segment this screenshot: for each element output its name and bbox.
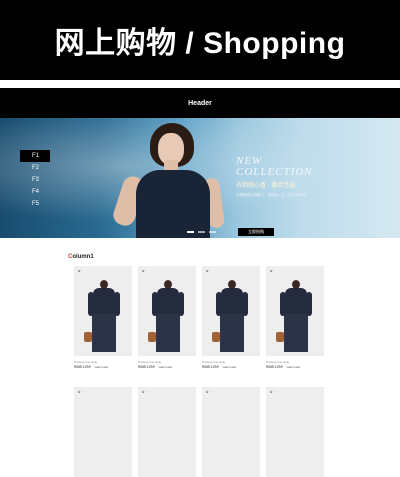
product-card-next-row[interactable]: ✿	[138, 387, 196, 477]
product-bag	[212, 332, 220, 342]
product-name[interactable]: Product one style	[138, 360, 196, 364]
page-title: 网上购物 / Shopping	[54, 27, 346, 60]
product-bag	[84, 332, 92, 342]
product-price: RMB 1299	[74, 365, 91, 369]
section-title: Column1	[68, 254, 94, 260]
product-card-next-row[interactable]: ✿	[266, 387, 324, 477]
product-price: RMB 1299	[138, 365, 155, 369]
floor-nav-f2[interactable]: F2	[20, 162, 50, 174]
shop-now-button[interactable]: 立即抢购	[238, 228, 274, 236]
product-image[interactable]: ✿	[74, 266, 132, 356]
hero-headline-collection: COLLECTION	[236, 166, 313, 178]
product-image[interactable]: ✿	[74, 387, 132, 477]
product-card-next-row[interactable]: ✿	[202, 387, 260, 477]
product-image[interactable]: ✿	[266, 266, 324, 356]
hero-tagline: 衣相随心香 · 撒欢性装	[236, 183, 296, 189]
view-more-link[interactable]: view more	[95, 365, 109, 369]
product-price: RMB 1299	[266, 365, 283, 369]
product-price: RMB 1299	[202, 365, 219, 369]
product-card[interactable]: ✿ Product one style RMB 1299 view more	[138, 266, 196, 369]
product-card[interactable]: ✿ Product one style RMB 1299 view more	[202, 266, 260, 369]
product-dress-top	[157, 288, 179, 316]
model-dress	[136, 170, 210, 238]
product-price-row: RMB 1299 view more	[266, 365, 324, 369]
slider-dot-3[interactable]	[209, 231, 216, 233]
brand-logo-icon: ✿	[206, 269, 209, 273]
brand-logo-icon: ✿	[142, 390, 145, 394]
product-dress-top	[285, 288, 307, 316]
product-dress-top	[93, 288, 115, 316]
product-image[interactable]: ✿	[202, 387, 260, 477]
product-dress-skirt	[220, 314, 244, 352]
product-image[interactable]: ✿	[266, 387, 324, 477]
product-image[interactable]: ✿	[138, 387, 196, 477]
product-card[interactable]: ✿ Product one style RMB 1299 view more	[74, 266, 132, 369]
product-price-row: RMB 1299 view more	[138, 365, 196, 369]
product-name[interactable]: Product one style	[202, 360, 260, 364]
floor-nav-f3[interactable]: F3	[20, 174, 50, 186]
product-bag	[148, 332, 156, 342]
view-more-link[interactable]: view more	[159, 365, 173, 369]
brand-logo-icon: ✿	[270, 390, 273, 394]
hero-description: 全情展现自我魅力，展现独一无二的时尚风格	[236, 193, 306, 197]
product-dress-top	[221, 288, 243, 316]
product-name[interactable]: Product one style	[266, 360, 324, 364]
slider-dots	[187, 231, 216, 233]
product-dress-skirt	[284, 314, 308, 352]
product-price-row: RMB 1299 view more	[202, 365, 260, 369]
brand-logo-icon: ✿	[78, 269, 81, 273]
product-image[interactable]: ✿	[202, 266, 260, 356]
slider-dot-2[interactable]	[198, 231, 205, 233]
view-more-link[interactable]: view more	[287, 365, 301, 369]
product-card[interactable]: ✿ Product one style RMB 1299 view more	[266, 266, 324, 369]
section-title-rest: olumn1	[72, 254, 94, 260]
product-image[interactable]: ✿	[138, 266, 196, 356]
product-dress-skirt	[156, 314, 180, 352]
floor-nav-f4[interactable]: F4	[20, 186, 50, 198]
site-header: Header	[0, 88, 400, 118]
slider-dot-1[interactable]	[187, 231, 194, 233]
brand-logo-icon: ✿	[270, 269, 273, 273]
product-bag	[276, 332, 284, 342]
brand-logo-icon: ✿	[142, 269, 145, 273]
product-price-row: RMB 1299 view more	[74, 365, 132, 369]
brand-logo-icon: ✿	[78, 390, 81, 394]
hero-copy: NEW COLLECTION 衣相随心香 · 撒欢性装 全情展现自我魅力，展现独…	[236, 155, 356, 198]
brand-logo-icon: ✿	[206, 390, 209, 394]
floor-nav: F1 F2 F3 F4 F5	[20, 150, 50, 210]
product-dress-skirt	[92, 314, 116, 352]
banner-gap	[0, 80, 400, 88]
product-name[interactable]: Product one style	[74, 360, 132, 364]
floor-nav-f1[interactable]: F1	[20, 150, 50, 162]
view-more-link[interactable]: view more	[223, 365, 237, 369]
floor-nav-f5[interactable]: F5	[20, 198, 50, 210]
product-card-next-row[interactable]: ✿	[74, 387, 132, 477]
